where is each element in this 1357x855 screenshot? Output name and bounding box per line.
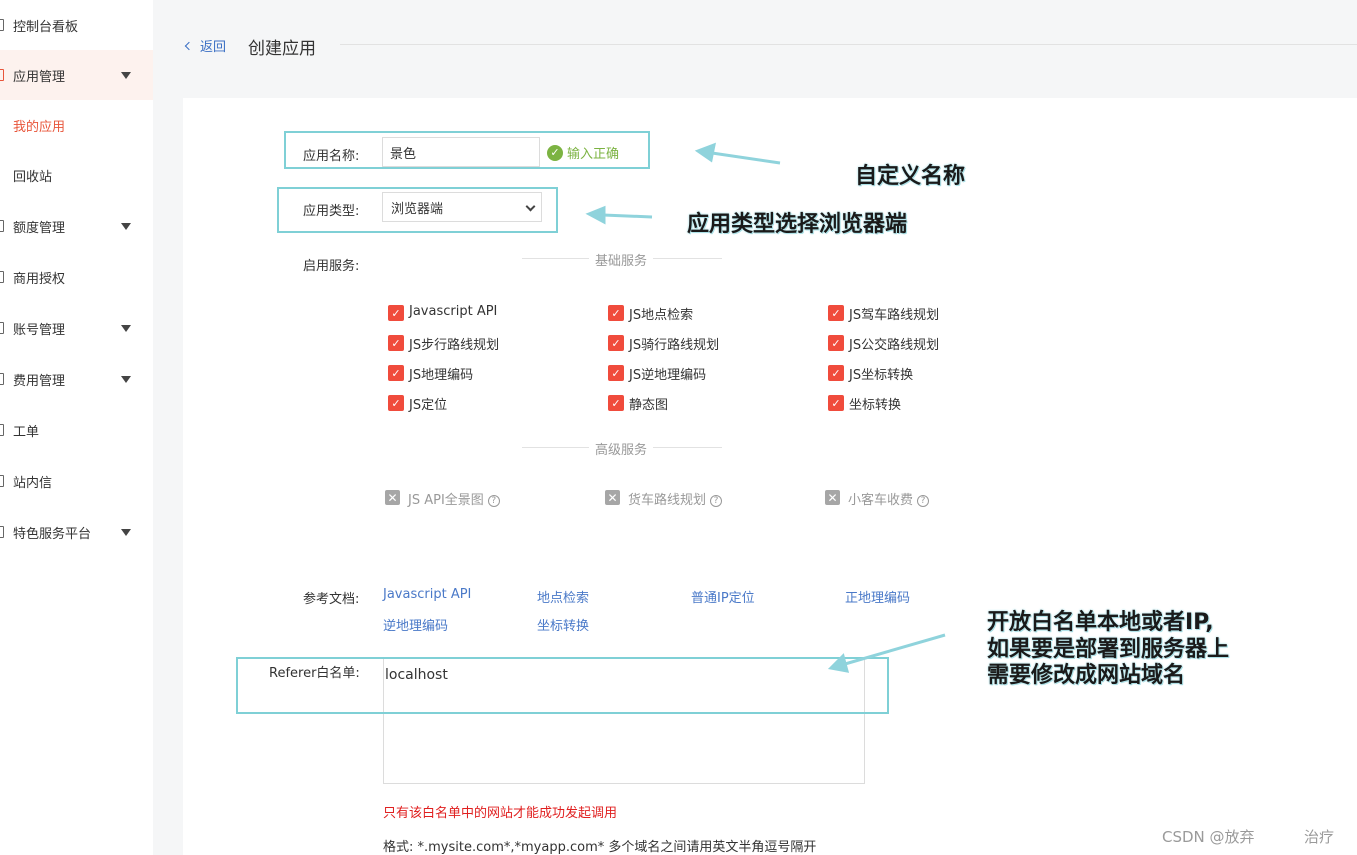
arrow-type bbox=[602, 213, 653, 219]
annotation-whitelist-line1: 开放白名单本地或者IP, bbox=[987, 610, 1214, 635]
arrowhead-icon bbox=[827, 653, 850, 673]
annotation-name-note: 自定义名称 bbox=[855, 164, 966, 189]
arrow-name bbox=[711, 151, 781, 165]
annotation-whitelist-line3: 需要修改成网站域名 bbox=[987, 663, 1186, 688]
annotation-whitelist-line2: 如果要是部署到服务器上 bbox=[987, 637, 1230, 662]
watermark-text-2: 治疗 bbox=[1304, 828, 1335, 846]
arrowhead-icon bbox=[694, 142, 717, 163]
arrowhead-icon bbox=[585, 205, 606, 225]
watermark-text: CSDN @放弃 bbox=[1162, 828, 1255, 846]
annotation-arrows bbox=[585, 142, 946, 673]
annotation-type-note: 应用类型选择浏览器端 bbox=[687, 212, 908, 237]
arrow-whitelist bbox=[844, 633, 946, 666]
